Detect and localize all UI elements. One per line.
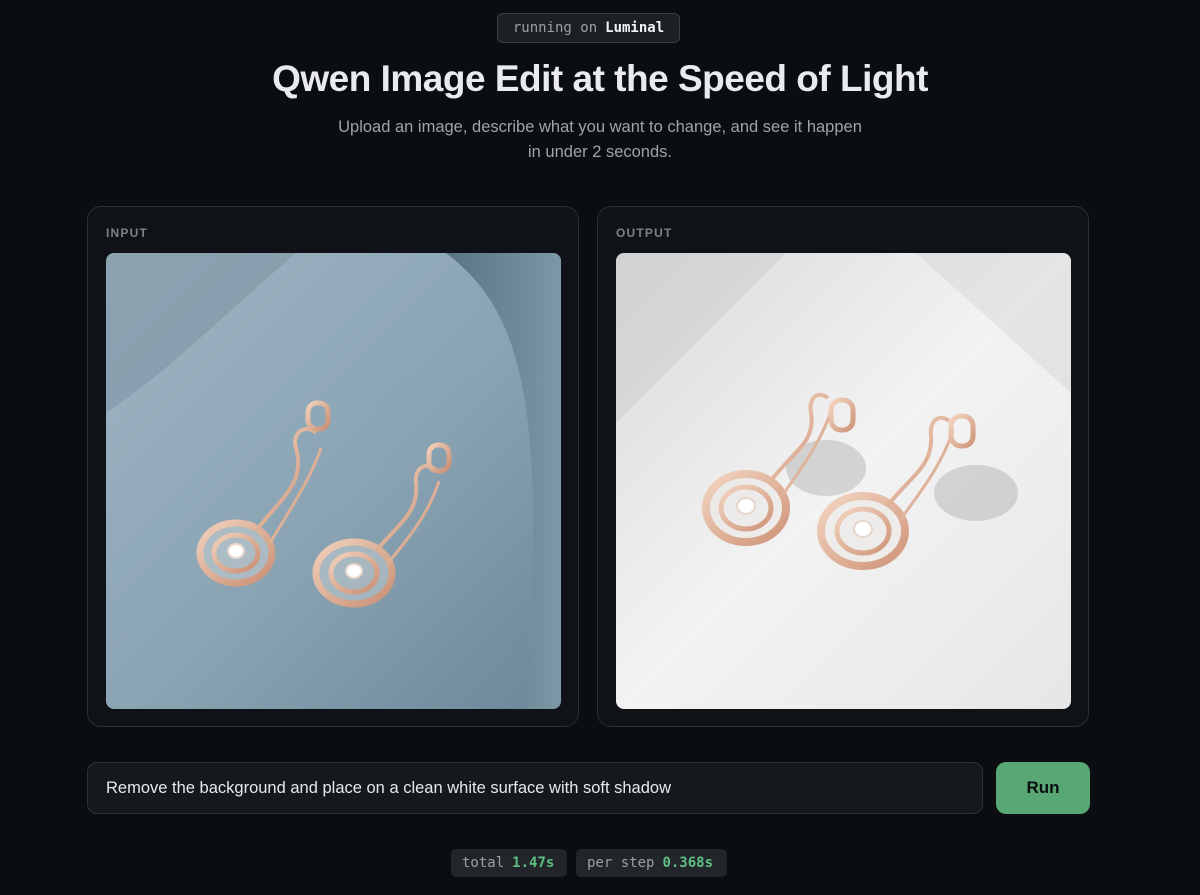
input-panel: INPUT	[87, 206, 579, 727]
total-time-badge: total 1.47s	[451, 849, 567, 877]
per-step-label: per step	[587, 855, 655, 871]
total-time-value: 1.47s	[512, 855, 555, 871]
output-panel: OUTPUT	[597, 206, 1089, 727]
run-button[interactable]: Run	[996, 762, 1090, 814]
input-panel-label: INPUT	[106, 226, 148, 240]
input-image[interactable]	[106, 253, 561, 709]
prompt-input[interactable]	[87, 762, 983, 814]
badge-prefix: running on	[512, 20, 598, 36]
badge-brand: Luminal	[605, 20, 665, 36]
output-image[interactable]	[616, 253, 1071, 709]
per-step-value: 0.368s	[662, 855, 714, 871]
page-title: Qwen Image Edit at the Speed of Light	[272, 58, 928, 99]
runtime-badge: running on Luminal	[497, 13, 680, 43]
app-page: running on Luminal Qwen Image Edit at th…	[0, 0, 1200, 895]
per-step-time-badge: per step 0.368s	[576, 849, 727, 877]
output-image-graphic	[616, 253, 1071, 709]
total-time-label: total	[462, 855, 505, 871]
input-image-graphic	[106, 253, 561, 709]
page-subtitle: Upload an image, describe what you want …	[338, 118, 862, 161]
output-panel-label: OUTPUT	[616, 226, 673, 240]
